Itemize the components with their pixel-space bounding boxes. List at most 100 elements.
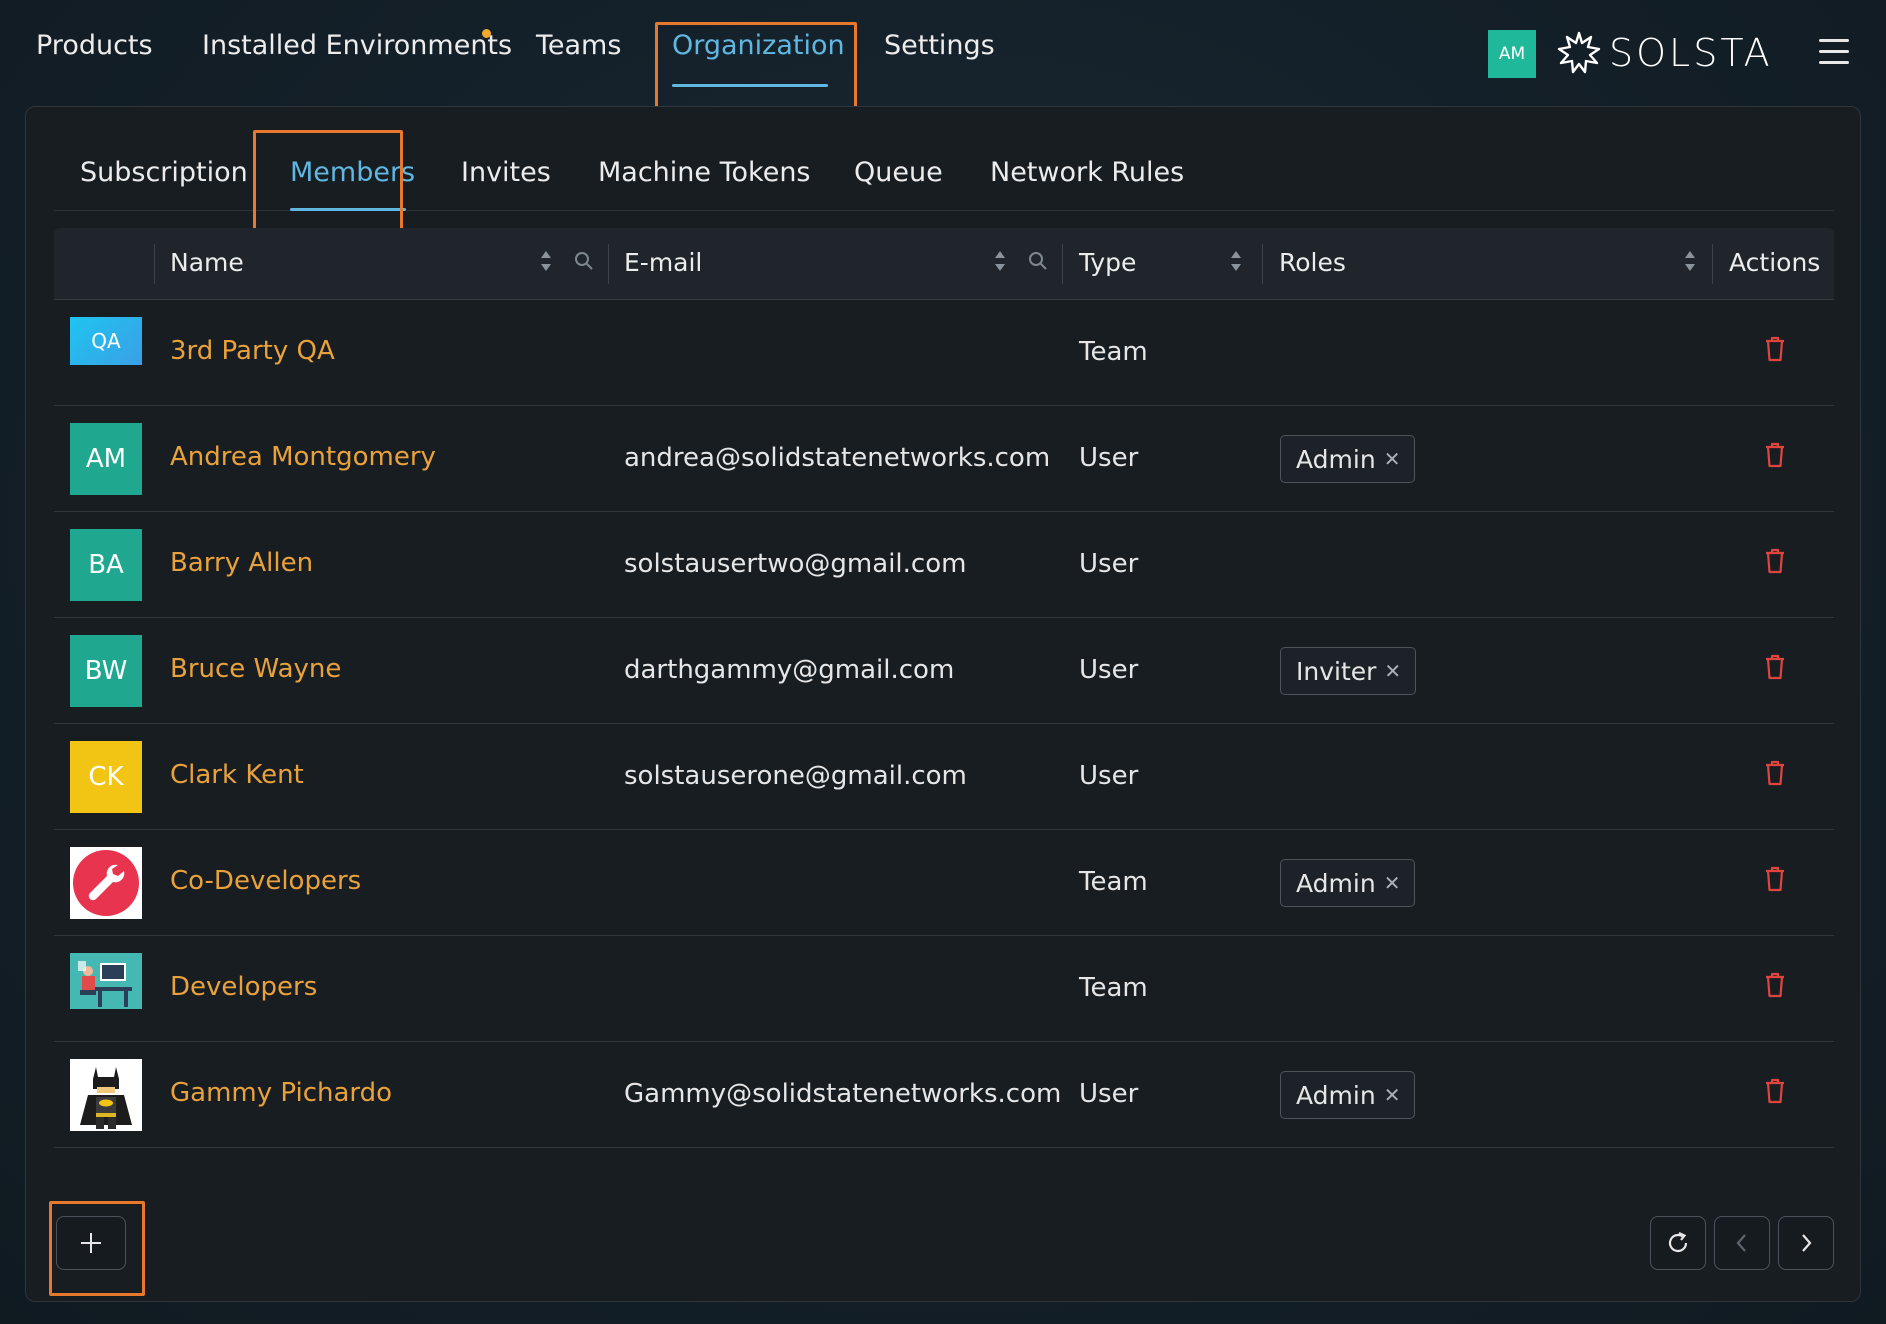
nav-organization[interactable]: Organization bbox=[672, 30, 845, 61]
member-email: Gammy@solidstatenetworks.com bbox=[624, 1079, 1062, 1109]
next-page-button[interactable] bbox=[1778, 1216, 1834, 1270]
remove-role-icon[interactable]: ✕ bbox=[1384, 871, 1401, 895]
role-label: Inviter bbox=[1296, 656, 1377, 686]
hamburger-icon[interactable] bbox=[1819, 39, 1849, 67]
search-icon[interactable] bbox=[573, 250, 595, 272]
member-name[interactable]: Clark Kent bbox=[170, 760, 304, 790]
table-row[interactable]: AM Andrea Montgomery andrea@solidstatene… bbox=[54, 406, 1834, 512]
tab-subscription[interactable]: Subscription bbox=[80, 157, 248, 188]
chevron-right-icon bbox=[1802, 1234, 1812, 1252]
nav-products[interactable]: Products bbox=[36, 30, 153, 61]
nav-settings[interactable]: Settings bbox=[884, 30, 995, 61]
member-name[interactable]: 3rd Party QA bbox=[170, 336, 335, 366]
user-avatar: CK bbox=[70, 741, 142, 813]
member-type: Team bbox=[1079, 973, 1148, 1003]
member-email: solstausertwo@gmail.com bbox=[624, 549, 967, 579]
refresh-button[interactable] bbox=[1650, 1216, 1706, 1270]
member-name[interactable]: Developers bbox=[170, 972, 317, 1002]
member-type: User bbox=[1079, 655, 1139, 685]
trash-icon[interactable] bbox=[1763, 653, 1787, 681]
column-separator bbox=[608, 244, 609, 284]
trash-icon[interactable] bbox=[1763, 1077, 1787, 1105]
member-name[interactable]: Andrea Montgomery bbox=[170, 442, 436, 472]
table-row[interactable]: Gammy Pichardo Gammy@solidstatenetworks.… bbox=[54, 1042, 1834, 1148]
member-name[interactable]: Bruce Wayne bbox=[170, 654, 341, 684]
user-avatar[interactable]: AM bbox=[1488, 30, 1536, 78]
user-avatar: BA bbox=[70, 529, 142, 601]
table-row[interactable]: QA 3rd Party QA Team bbox=[54, 300, 1834, 406]
role-tag: Admin ✕ bbox=[1280, 859, 1416, 907]
nav-installed-environments[interactable]: Installed Environments bbox=[202, 30, 512, 61]
tab-machine-tokens[interactable]: Machine Tokens bbox=[598, 157, 811, 188]
role-tag: Admin ✕ bbox=[1280, 435, 1416, 483]
column-separator bbox=[1062, 244, 1063, 284]
member-type: User bbox=[1079, 549, 1139, 579]
sub-tabs: Subscription Members Invites Machine Tok… bbox=[54, 107, 1834, 211]
member-type: User bbox=[1079, 1079, 1139, 1109]
organization-panel: Subscription Members Invites Machine Tok… bbox=[25, 106, 1861, 1302]
column-separator bbox=[154, 244, 155, 284]
role-label: Admin bbox=[1296, 868, 1376, 898]
search-icon[interactable] bbox=[1027, 250, 1049, 272]
notification-dot bbox=[482, 29, 491, 38]
member-name[interactable]: Barry Allen bbox=[170, 548, 313, 578]
sort-icon[interactable] bbox=[1683, 248, 1697, 274]
member-name[interactable]: Gammy Pichardo bbox=[170, 1078, 392, 1108]
developers-avatar-icon bbox=[70, 953, 142, 1009]
trash-icon[interactable] bbox=[1763, 759, 1787, 787]
nav-teams[interactable]: Teams bbox=[536, 30, 621, 61]
sort-icon[interactable] bbox=[539, 248, 553, 274]
previous-page-button[interactable] bbox=[1714, 1216, 1770, 1270]
column-name[interactable]: Name bbox=[170, 248, 244, 277]
role-label: Admin bbox=[1296, 444, 1376, 474]
column-email[interactable]: E-mail bbox=[624, 248, 702, 277]
remove-role-icon[interactable]: ✕ bbox=[1384, 659, 1401, 683]
tab-members[interactable]: Members bbox=[290, 157, 415, 188]
member-email: andrea@solidstatenetworks.com bbox=[624, 443, 1051, 473]
sort-icon[interactable] bbox=[1229, 248, 1243, 274]
member-name[interactable]: Co-Developers bbox=[170, 866, 361, 896]
member-email: darthgammy@gmail.com bbox=[624, 655, 955, 685]
table-row[interactable]: BA Barry Allen solstausertwo@gmail.com U… bbox=[54, 512, 1834, 618]
team-avatar: QA bbox=[70, 317, 142, 365]
column-roles[interactable]: Roles bbox=[1279, 248, 1346, 277]
nav-active-underline bbox=[672, 84, 828, 87]
tab-network-rules[interactable]: Network Rules bbox=[990, 157, 1184, 188]
members-table: Name E-mail Type Roles Actions QA 3rd Pa… bbox=[54, 228, 1834, 1148]
table-header: Name E-mail Type Roles Actions bbox=[54, 228, 1834, 300]
table-row[interactable]: Co-Developers Team Admin ✕ bbox=[54, 830, 1834, 936]
tab-active-underline bbox=[290, 208, 406, 211]
member-type: Team bbox=[1079, 337, 1148, 367]
column-type[interactable]: Type bbox=[1079, 248, 1136, 277]
table-row[interactable]: BW Bruce Wayne darthgammy@gmail.com User… bbox=[54, 618, 1834, 724]
add-member-button[interactable] bbox=[56, 1216, 126, 1270]
trash-icon[interactable] bbox=[1763, 441, 1787, 469]
trash-icon[interactable] bbox=[1763, 335, 1787, 363]
brand-name: SOLSTA bbox=[1609, 31, 1773, 75]
role-label: Admin bbox=[1296, 1080, 1376, 1110]
plus-icon bbox=[81, 1233, 101, 1253]
member-type: Team bbox=[1079, 867, 1148, 897]
remove-role-icon[interactable]: ✕ bbox=[1384, 447, 1401, 471]
tab-invites[interactable]: Invites bbox=[461, 157, 551, 188]
user-avatar: AM bbox=[70, 423, 142, 495]
sort-icon[interactable] bbox=[993, 248, 1007, 274]
top-navigation: Products Installed Environments Teams Or… bbox=[0, 0, 1886, 111]
column-separator bbox=[1262, 244, 1263, 284]
brand-logo[interactable]: SOLSTA bbox=[1555, 28, 1773, 78]
table-row[interactable]: CK Clark Kent solstauserone@gmail.com Us… bbox=[54, 724, 1834, 830]
member-email: solstauserone@gmail.com bbox=[624, 761, 967, 791]
member-type: User bbox=[1079, 761, 1139, 791]
tab-queue[interactable]: Queue bbox=[854, 157, 943, 188]
trash-icon[interactable] bbox=[1763, 971, 1787, 999]
solsta-burst-icon bbox=[1557, 31, 1601, 74]
batman-avatar-icon bbox=[70, 1059, 142, 1131]
remove-role-icon[interactable]: ✕ bbox=[1384, 1083, 1401, 1107]
column-separator bbox=[1712, 244, 1713, 284]
trash-icon[interactable] bbox=[1763, 547, 1787, 575]
chevron-left-icon bbox=[1736, 1234, 1746, 1252]
role-tag: Admin ✕ bbox=[1280, 1071, 1416, 1119]
trash-icon[interactable] bbox=[1763, 865, 1787, 893]
refresh-icon bbox=[1668, 1231, 1688, 1253]
table-row[interactable]: Developers Team bbox=[54, 936, 1834, 1042]
